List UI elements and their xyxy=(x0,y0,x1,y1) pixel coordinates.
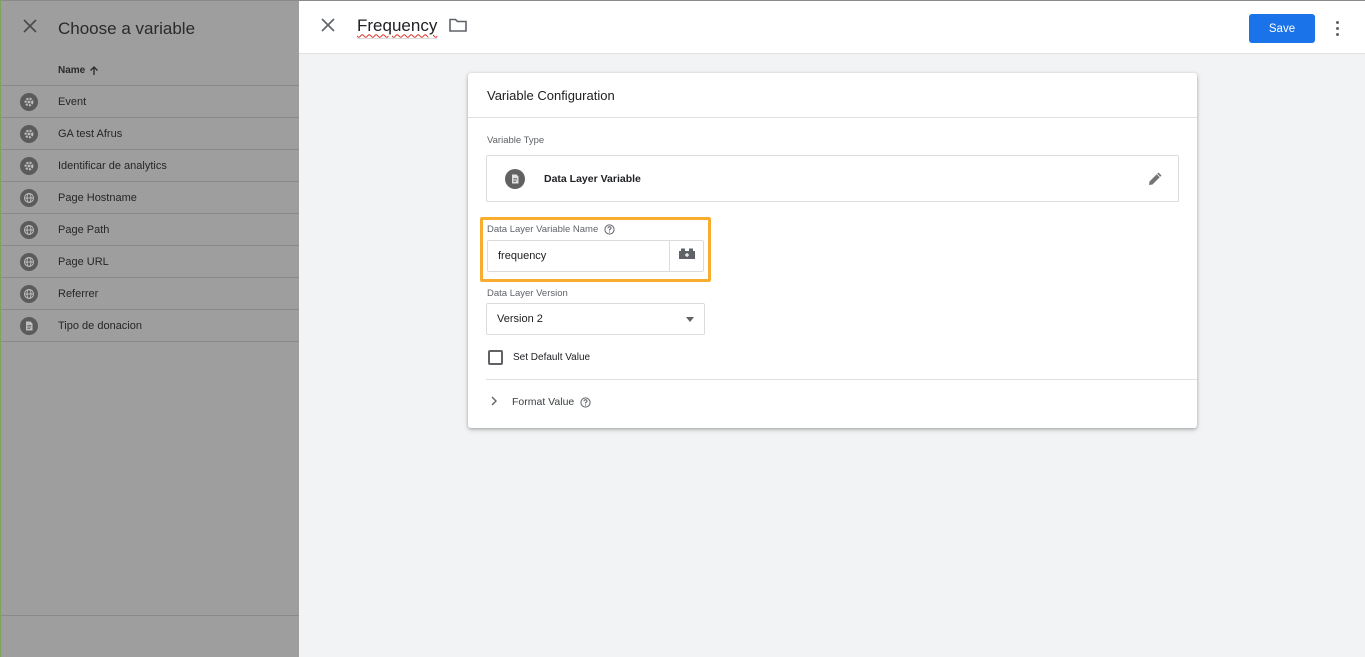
chevron-right-icon xyxy=(490,393,498,411)
variable-row-tipo-de-donacion[interactable]: Tipo de donacion xyxy=(1,310,299,342)
dlv-name-label-row: Data Layer Variable Name xyxy=(487,224,615,235)
variable-row-page-url[interactable]: Page URL xyxy=(1,246,299,278)
chooser-title: Choose a variable xyxy=(58,18,196,38)
variable-row-ga-test-afrus[interactable]: GA test Afrus xyxy=(1,118,299,150)
pencil-icon[interactable] xyxy=(1147,170,1164,192)
help-icon[interactable] xyxy=(604,224,615,235)
variable-brick-icon xyxy=(678,247,696,265)
format-value-label: Format Value xyxy=(512,396,575,408)
dlv-name-input[interactable] xyxy=(488,241,669,271)
dl-version-label: Data Layer Version xyxy=(487,288,568,299)
variable-row-event[interactable]: Event xyxy=(1,86,299,118)
close-editor-button[interactable] xyxy=(299,0,357,54)
variable-name-field[interactable]: Frequency xyxy=(357,16,438,39)
gear-icon xyxy=(20,156,38,175)
variable-type-value: Data Layer Variable xyxy=(544,172,641,185)
chooser-footer-divider xyxy=(1,615,299,616)
more-options-icon[interactable] xyxy=(1329,16,1345,40)
help-icon[interactable] xyxy=(580,396,591,408)
chooser-header: Choose a variable xyxy=(1,1,299,56)
variable-label: Page Path xyxy=(58,223,110,236)
variable-row-page-path[interactable]: Page Path xyxy=(1,214,299,246)
document-icon xyxy=(20,316,38,335)
arrow-up-icon xyxy=(89,65,99,76)
dlv-name-input-group xyxy=(487,240,704,272)
format-value-toggle[interactable]: Format Value xyxy=(490,393,591,411)
save-button[interactable]: Save xyxy=(1249,14,1315,43)
variable-label: GA test Afrus xyxy=(58,127,123,140)
folder-button[interactable] xyxy=(449,18,468,37)
variable-row-page-hostname[interactable]: Page Hostname xyxy=(1,182,299,214)
name-column-label: Name xyxy=(58,65,86,76)
dl-version-select[interactable]: Version 2 xyxy=(486,303,705,335)
variable-chooser-panel: Choose a variable Name Event GA test Afr… xyxy=(0,0,299,657)
card-title: Variable Configuration xyxy=(468,73,1197,118)
gear-icon xyxy=(20,92,38,111)
name-column-header[interactable]: Name xyxy=(1,56,299,86)
set-default-value-label: Set Default Value xyxy=(513,352,591,363)
globe-icon xyxy=(20,220,38,239)
dl-version-value: Version 2 xyxy=(497,313,543,325)
dlv-name-label: Data Layer Variable Name xyxy=(487,224,599,235)
insert-variable-button[interactable] xyxy=(669,241,703,271)
variable-label: Referrer xyxy=(58,287,99,300)
variable-configuration-card: Variable Configuration Variable Type Dat… xyxy=(468,73,1197,428)
variable-label: Page URL xyxy=(58,255,109,268)
editor-topbar: Frequency Save xyxy=(299,0,1365,54)
default-value-row: Set Default Value xyxy=(488,350,590,365)
folder-icon xyxy=(449,18,468,37)
globe-icon xyxy=(20,284,38,303)
variable-row-referrer[interactable]: Referrer xyxy=(1,278,299,310)
variable-label: Identificar de analytics xyxy=(58,159,167,172)
dropdown-arrow-icon xyxy=(686,317,694,322)
variable-label: Tipo de donacion xyxy=(58,319,142,332)
variable-type-label: Variable Type xyxy=(487,135,545,146)
variable-editor: Frequency Save Variable Configuration Va… xyxy=(299,0,1365,657)
close-chooser-button[interactable] xyxy=(1,1,58,56)
section-divider xyxy=(486,379,1197,380)
document-icon xyxy=(505,168,525,189)
set-default-value-checkbox[interactable] xyxy=(488,350,503,365)
close-icon xyxy=(321,17,335,37)
variable-row-identificar-de-analytics[interactable]: Identificar de analytics xyxy=(1,150,299,182)
variable-type-selector[interactable]: Data Layer Variable xyxy=(486,155,1179,202)
globe-icon xyxy=(20,188,38,207)
variable-label: Page Hostname xyxy=(58,191,137,204)
globe-icon xyxy=(20,252,38,271)
variable-label: Event xyxy=(58,95,87,108)
close-icon xyxy=(22,19,37,38)
gear-icon xyxy=(20,124,38,143)
